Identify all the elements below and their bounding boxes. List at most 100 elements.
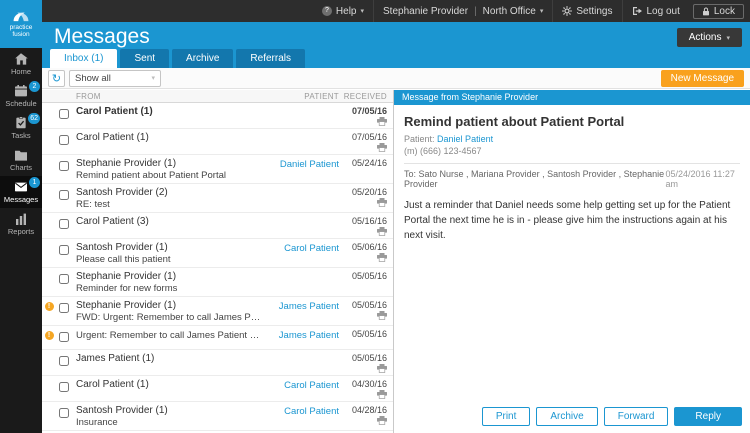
message-row[interactable]: ! Carol Patient (1) Carol Patient 04/30/…	[42, 376, 393, 402]
lock-icon	[702, 7, 710, 16]
row-checkbox[interactable]	[59, 135, 69, 145]
help-menu[interactable]: ? Help ▾	[313, 0, 373, 22]
row-patient-link[interactable]	[261, 132, 339, 152]
row-main: Santosh Provider (1) Insurance	[76, 405, 261, 428]
row-checkbox[interactable]	[59, 219, 69, 229]
reply-button[interactable]: Reply	[674, 407, 742, 426]
sidebar-item-reports[interactable]: Reports	[0, 208, 42, 240]
row-checkbox[interactable]	[59, 382, 69, 392]
row-from: Stephanie Provider (1)	[76, 158, 261, 169]
printer-icon[interactable]	[377, 143, 387, 152]
row-checkbox[interactable]	[59, 303, 69, 313]
printer-icon[interactable]	[377, 390, 387, 399]
tab-referrals[interactable]: Referrals	[236, 49, 305, 68]
filter-select[interactable]: Show all ▾	[69, 70, 161, 87]
new-message-button[interactable]: New Message	[661, 70, 744, 87]
sidebar-item-messages[interactable]: 1 Messages	[0, 176, 42, 208]
settings-button[interactable]: Settings	[552, 0, 621, 22]
row-checkbox[interactable]	[59, 356, 69, 366]
row-patient-link[interactable]	[261, 187, 339, 210]
sidebar-item-label: Schedule	[5, 99, 36, 108]
row-subject: Remind patient about Patient Portal	[76, 170, 261, 181]
forward-button[interactable]: Forward	[604, 407, 669, 426]
row-main: Santosh Provider (2) RE: test	[76, 187, 261, 210]
printer-icon[interactable]	[377, 227, 387, 236]
row-checkbox-cell	[56, 329, 76, 347]
row-main: Stephanie Provider (1) Reminder for new …	[76, 271, 261, 294]
message-row[interactable]: ! Carol Patient (1) 07/05/16	[42, 103, 393, 129]
sidebar-item-home[interactable]: Home	[0, 48, 42, 80]
row-patient-link[interactable]	[261, 353, 339, 373]
chevron-down-icon: ▾	[360, 7, 364, 15]
patient-link[interactable]: Daniel Patient	[437, 134, 493, 144]
row-gutter: !	[42, 271, 56, 294]
printer-icon[interactable]	[377, 311, 387, 320]
row-checkbox-cell	[56, 132, 76, 152]
urgent-icon: !	[45, 302, 54, 311]
tasks-badge: 62	[28, 113, 40, 124]
message-row[interactable]: ! Urgent: Remember to call James Patient…	[42, 326, 393, 350]
bar-chart-icon	[14, 212, 28, 225]
row-main: Carol Patient (1)	[76, 379, 261, 399]
row-checkbox[interactable]	[59, 109, 69, 119]
printer-icon[interactable]	[377, 198, 387, 207]
lock-button[interactable]: Lock	[693, 4, 744, 19]
message-row[interactable]: ! Santosh Provider (2) RE: test 05/20/16	[42, 184, 393, 213]
message-row[interactable]: ! Stephanie Provider (1) FWD: Urgent: Re…	[42, 297, 393, 326]
message-row[interactable]: ! Santosh Provider (1) Insurance Carol P…	[42, 402, 393, 431]
row-checkbox[interactable]	[59, 274, 69, 284]
tab-sent[interactable]: Sent	[120, 49, 169, 68]
row-checkbox[interactable]	[59, 161, 69, 171]
row-from: Carol Patient (1)	[76, 379, 261, 390]
row-main: Carol Patient (3)	[76, 216, 261, 236]
sidebar-item-tasks[interactable]: 62 Tasks	[0, 112, 42, 144]
message-row[interactable]: ! Stephanie Provider (1) Reminder for ne…	[42, 268, 393, 297]
row-main: Carol Patient (1)	[76, 132, 261, 152]
row-gutter: !	[42, 187, 56, 210]
message-row[interactable]: ! Carol Patient (1) 07/05/16	[42, 129, 393, 155]
message-timestamp: 05/24/2016 11:27 am	[665, 169, 740, 189]
row-date: 05/16/16	[352, 216, 387, 226]
refresh-button[interactable]: ↻	[48, 70, 65, 87]
actions-button[interactable]: Actions ▾	[677, 28, 742, 47]
archive-button[interactable]: Archive	[536, 407, 597, 426]
sidebar-item-charts[interactable]: Charts	[0, 144, 42, 176]
message-row[interactable]: ! Stephanie Provider (1) Remind patient …	[42, 155, 393, 184]
printer-icon[interactable]	[377, 117, 387, 126]
row-gutter: !	[42, 353, 56, 373]
row-checkbox[interactable]	[59, 190, 69, 200]
row-patient-link[interactable]: Carol Patient	[261, 405, 339, 428]
printer-icon[interactable]	[377, 364, 387, 373]
row-checkbox[interactable]	[59, 332, 69, 342]
row-checkbox[interactable]	[59, 245, 69, 255]
tab-archive[interactable]: Archive	[172, 49, 233, 68]
print-button[interactable]: Print	[482, 407, 531, 426]
row-patient-link[interactable]: James Patient	[261, 329, 339, 347]
message-list-body: ! Carol Patient (1) 07/05/16 ! Carol Pat…	[42, 103, 393, 431]
row-patient-link[interactable]: Carol Patient	[261, 379, 339, 399]
message-row[interactable]: ! Carol Patient (3) 05/16/16	[42, 213, 393, 239]
sidebar-item-schedule[interactable]: 2 Schedule	[0, 80, 42, 112]
app-window: ? Help ▾ Stephanie Provider | North Offi…	[0, 0, 750, 433]
row-patient-link[interactable]	[261, 106, 339, 126]
message-row[interactable]: ! James Patient (1) 05/05/16	[42, 350, 393, 376]
row-subject: Reminder for new forms	[76, 283, 261, 294]
message-row[interactable]: ! Santosh Provider (1) Please call this …	[42, 239, 393, 268]
practice-fusion-logo[interactable]: practice fusion	[0, 0, 42, 48]
help-icon: ?	[322, 6, 332, 16]
row-patient-link[interactable]	[261, 271, 339, 294]
row-patient-link[interactable]: Daniel Patient	[261, 158, 339, 181]
row-patient-link[interactable]: James Patient	[261, 300, 339, 323]
tab-inbox[interactable]: Inbox (1)	[50, 49, 117, 68]
patient-label: Patient:	[404, 134, 435, 144]
row-patient-link[interactable]: Carol Patient	[261, 242, 339, 265]
row-patient-link[interactable]	[261, 216, 339, 236]
row-checkbox[interactable]	[59, 408, 69, 418]
printer-icon[interactable]	[377, 416, 387, 425]
user-menu[interactable]: Stephanie Provider | North Office ▾	[373, 0, 552, 22]
row-from: Stephanie Provider (1)	[76, 271, 261, 282]
logout-button[interactable]: Log out	[622, 0, 689, 22]
row-subject: FWD: Urgent: Remember to call James Pati…	[76, 312, 261, 323]
row-received: 07/05/16	[339, 132, 393, 152]
printer-icon[interactable]	[377, 253, 387, 262]
